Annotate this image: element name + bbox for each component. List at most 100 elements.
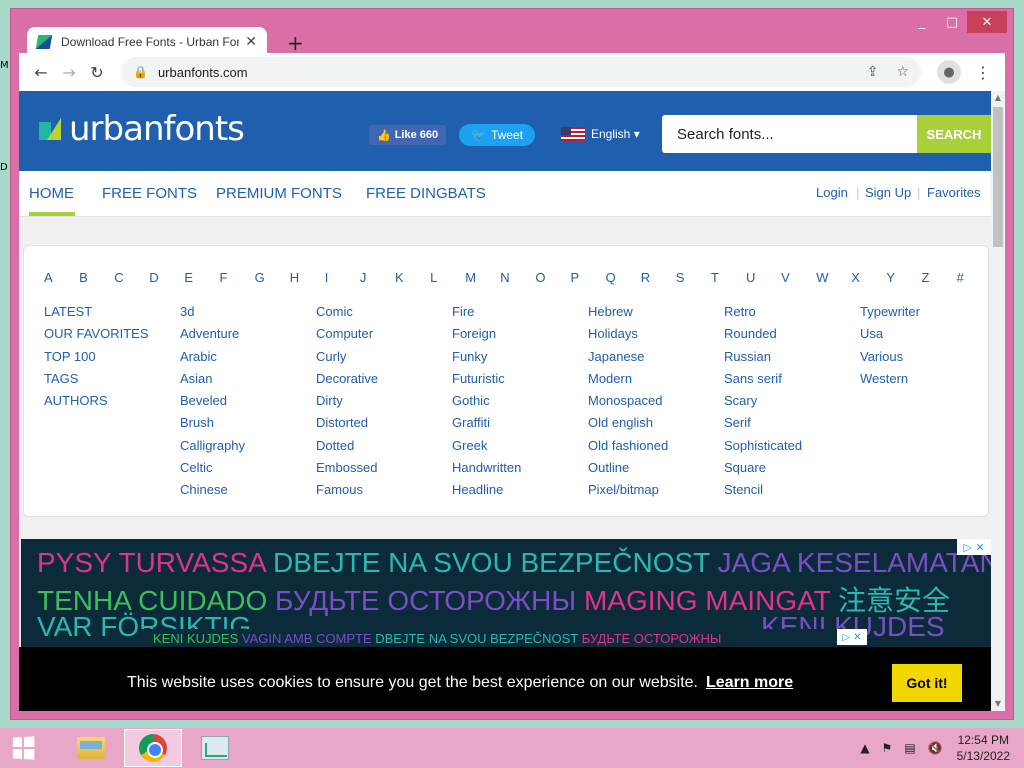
category-link[interactable]: Pixel/bitmap xyxy=(588,479,668,501)
category-link[interactable]: TOP 100 xyxy=(44,346,149,368)
alphabet-letter[interactable]: X xyxy=(851,270,860,285)
lock-icon[interactable]: 🔒 xyxy=(133,65,148,79)
category-link[interactable]: Western xyxy=(860,368,920,390)
category-link[interactable]: LATEST xyxy=(44,301,149,323)
alphabet-letter[interactable]: G xyxy=(255,270,265,285)
category-link[interactable]: Usa xyxy=(860,323,920,345)
category-link[interactable]: Old fashioned xyxy=(588,435,668,457)
category-link[interactable]: Calligraphy xyxy=(180,435,245,457)
forward-button[interactable]: → xyxy=(55,58,83,86)
alphabet-letter[interactable]: H xyxy=(290,270,299,285)
alphabet-letter[interactable]: D xyxy=(149,270,158,285)
category-link[interactable]: Hebrew xyxy=(588,301,668,323)
alphabet-letter[interactable]: T xyxy=(711,270,719,285)
category-link[interactable]: Sophisticated xyxy=(724,435,802,457)
alphabet-letter[interactable]: I xyxy=(325,270,329,285)
category-link[interactable]: Brush xyxy=(180,412,245,434)
alphabet-letter[interactable]: W xyxy=(816,270,828,285)
category-link[interactable]: Square xyxy=(724,457,802,479)
category-link[interactable]: Beveled xyxy=(180,390,245,412)
page-scrollbar[interactable]: ▲ ▼ xyxy=(991,91,1005,711)
nav-free-fonts[interactable]: FREE FONTS xyxy=(102,185,197,202)
alphabet-letter[interactable]: S xyxy=(676,270,685,285)
category-link[interactable]: 3d xyxy=(180,301,245,323)
category-link[interactable]: Famous xyxy=(316,479,378,501)
category-link[interactable]: Dotted xyxy=(316,435,378,457)
system-clock[interactable]: 12:54 PM 5/13/2022 xyxy=(957,732,1010,764)
profile-avatar-icon[interactable]: ● xyxy=(937,60,961,84)
back-button[interactable]: ← xyxy=(27,58,55,86)
alphabet-letter[interactable]: Q xyxy=(606,270,616,285)
favorites-link[interactable]: Favorites xyxy=(927,185,980,200)
alphabet-letter[interactable]: Z xyxy=(922,270,930,285)
address-bar[interactable]: 🔒 urbanfonts.com ⇪ ☆ xyxy=(121,57,921,87)
search-input[interactable]: Search fonts... xyxy=(662,115,918,153)
category-link[interactable]: Comic xyxy=(316,301,378,323)
category-link[interactable]: Sans serif xyxy=(724,368,802,390)
category-link[interactable]: Chinese xyxy=(180,479,245,501)
alphabet-letter[interactable]: R xyxy=(641,270,650,285)
alphabet-letter[interactable]: C xyxy=(114,270,123,285)
chrome-taskbar-button[interactable] xyxy=(124,729,182,767)
category-link[interactable]: Futuristic xyxy=(452,368,521,390)
bookmark-star-icon[interactable]: ☆ xyxy=(896,64,909,80)
tweet-button[interactable]: 🐦 Tweet xyxy=(459,124,535,146)
category-link[interactable]: Typewriter xyxy=(860,301,920,323)
alphabet-letter[interactable]: K xyxy=(395,270,404,285)
facebook-like-button[interactable]: 👍 Like 660 xyxy=(369,125,447,145)
tab-close-icon[interactable]: ✕ xyxy=(245,34,257,50)
category-link[interactable]: Gothic xyxy=(452,390,521,412)
language-selector[interactable]: English ▾ xyxy=(561,127,640,141)
alphabet-letter[interactable]: O xyxy=(535,270,545,285)
category-link[interactable]: Headline xyxy=(452,479,521,501)
category-link[interactable]: TAGS xyxy=(44,368,149,390)
alphabet-letter[interactable]: B xyxy=(79,270,88,285)
category-link[interactable]: Embossed xyxy=(316,457,378,479)
alphabet-letter[interactable]: U xyxy=(746,270,755,285)
category-link[interactable]: Graffiti xyxy=(452,412,521,434)
alphabet-letter[interactable]: N xyxy=(500,270,509,285)
category-link[interactable]: AUTHORS xyxy=(44,390,149,412)
network-icon[interactable]: ▤ xyxy=(904,741,915,755)
url-text[interactable]: urbanfonts.com xyxy=(158,65,248,80)
category-link[interactable]: Various xyxy=(860,346,920,368)
reload-button[interactable]: ↻ xyxy=(83,58,111,86)
ad-strip-close-icon[interactable]: ▷ ✕ xyxy=(837,629,867,645)
search-button[interactable]: SEARCH xyxy=(917,115,991,153)
category-link[interactable]: Modern xyxy=(588,368,668,390)
category-link[interactable]: Serif xyxy=(724,412,802,434)
category-link[interactable]: Adventure xyxy=(180,323,245,345)
category-link[interactable]: Outline xyxy=(588,457,668,479)
alphabet-letter[interactable]: F xyxy=(220,270,228,285)
scroll-down-arrow-icon[interactable]: ▼ xyxy=(993,699,1003,709)
alphabet-letter[interactable]: J xyxy=(360,270,367,285)
category-link[interactable]: Celtic xyxy=(180,457,245,479)
category-link[interactable]: Asian xyxy=(180,368,245,390)
category-link[interactable]: Foreign xyxy=(452,323,521,345)
alphabet-letter[interactable]: L xyxy=(430,270,437,285)
site-logo[interactable]: urbanfonts xyxy=(39,109,245,149)
scroll-thumb[interactable] xyxy=(993,107,1003,247)
category-link[interactable]: Scary xyxy=(724,390,802,412)
alphabet-letter[interactable]: P xyxy=(571,270,580,285)
category-link[interactable]: Distorted xyxy=(316,412,378,434)
category-link[interactable]: Curly xyxy=(316,346,378,368)
learn-more-link[interactable]: Learn more xyxy=(706,674,793,692)
category-link[interactable]: Handwritten xyxy=(452,457,521,479)
action-center-flag-icon[interactable]: ⚑ xyxy=(882,741,893,755)
share-icon[interactable]: ⇪ xyxy=(867,64,879,80)
file-explorer-taskbar-button[interactable] xyxy=(62,729,120,767)
category-link[interactable]: Old english xyxy=(588,412,668,434)
new-tab-button[interactable]: + xyxy=(287,31,304,55)
show-hidden-icons-icon[interactable]: ▲ xyxy=(860,741,869,755)
alphabet-letter[interactable]: Y xyxy=(886,270,895,285)
start-button[interactable] xyxy=(0,728,46,768)
signup-link[interactable]: Sign Up xyxy=(865,185,911,200)
category-link[interactable]: OUR FAVORITES xyxy=(44,323,149,345)
volume-muted-icon[interactable]: 🔇 xyxy=(928,741,943,755)
category-link[interactable]: Monospaced xyxy=(588,390,668,412)
category-link[interactable]: Russian xyxy=(724,346,802,368)
alphabet-letter[interactable]: E xyxy=(184,270,193,285)
category-link[interactable]: Computer xyxy=(316,323,378,345)
category-link[interactable]: Holidays xyxy=(588,323,668,345)
